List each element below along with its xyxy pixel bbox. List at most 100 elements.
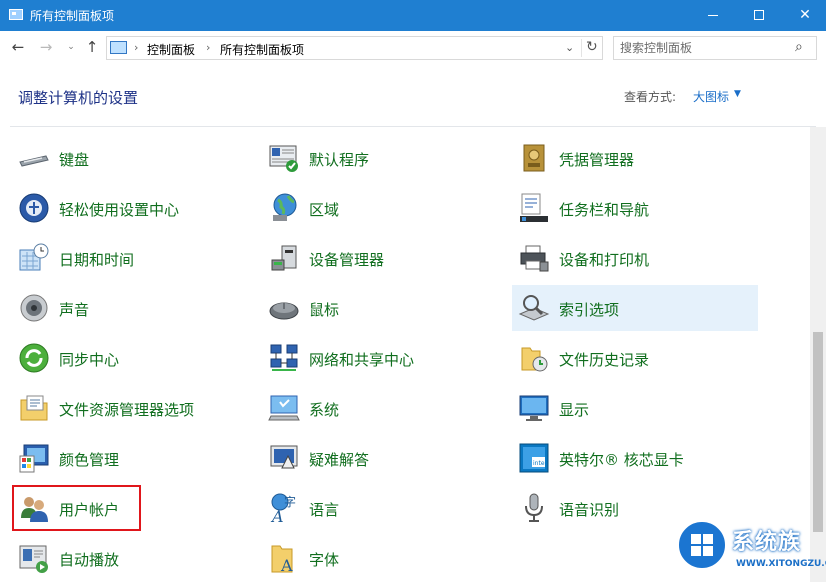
address-dropdown-icon[interactable]: ⌄: [565, 41, 574, 54]
item-label: 键盘: [59, 151, 90, 169]
ease-of-access-icon: [18, 192, 50, 224]
file-history-icon: [518, 342, 550, 374]
indexing-icon: [518, 292, 550, 324]
mouse-icon: [268, 292, 300, 324]
item-taskbar-navigation[interactable]: 任务栏和导航: [512, 185, 756, 231]
address-bar[interactable]: › 控制面板 › 所有控制面板项 ⌄ ↻: [106, 36, 603, 60]
item-system[interactable]: 系统: [262, 385, 506, 431]
color-management-icon: [18, 442, 50, 474]
refresh-icon[interactable]: ↻: [586, 39, 598, 55]
up-button[interactable]: ↑: [83, 37, 101, 57]
item-label: 疑难解答: [309, 451, 370, 469]
calendar-clock-icon: [18, 242, 50, 274]
item-credential-manager[interactable]: 凭据管理器: [512, 135, 756, 181]
credential-manager-icon: [518, 142, 550, 174]
language-icon: 字A: [268, 492, 300, 524]
svg-text:A: A: [270, 507, 284, 524]
autoplay-icon: [18, 542, 50, 574]
svg-text:intel: intel: [533, 460, 547, 467]
item-default-programs[interactable]: 默认程序: [262, 135, 506, 181]
item-mouse[interactable]: 鼠标: [262, 285, 506, 331]
item-sound[interactable]: 声音: [12, 285, 256, 331]
forward-button[interactable]: →: [37, 37, 55, 57]
display-icon: [518, 392, 550, 424]
item-color-management[interactable]: 颜色管理: [12, 435, 256, 481]
search-icon[interactable]: ⌕: [795, 39, 803, 55]
item-label: 系统: [309, 401, 340, 419]
item-file-explorer-options[interactable]: 文件资源管理器选项: [12, 385, 256, 431]
folder-options-icon: [18, 392, 50, 424]
fonts-icon: A: [268, 542, 300, 574]
back-button[interactable]: ←: [9, 37, 27, 57]
search-box[interactable]: ⌕: [613, 36, 817, 60]
watermark-url: WWW.XITONGZU.COM: [736, 559, 826, 569]
item-display[interactable]: 显示: [512, 385, 756, 431]
item-label: 文件历史记录: [559, 351, 650, 369]
breadcrumb-control-panel[interactable]: 控制面板: [147, 41, 195, 58]
item-troubleshooting[interactable]: 疑难解答: [262, 435, 506, 481]
intel-graphics-icon: intel: [518, 442, 550, 474]
breadcrumb-separator-icon[interactable]: ›: [134, 41, 138, 54]
item-label: 设备管理器: [309, 251, 385, 269]
item-user-accounts[interactable]: 用户帐户: [12, 485, 141, 531]
item-label: 日期和时间: [59, 251, 135, 269]
sync-icon: [18, 342, 50, 374]
item-devices-printers[interactable]: 设备和打印机: [512, 235, 756, 281]
chevron-down-icon[interactable]: ▼: [734, 89, 741, 99]
item-sync-center[interactable]: 同步中心: [12, 335, 256, 381]
item-label: 区域: [309, 201, 340, 219]
divider: [581, 39, 582, 57]
maximize-button[interactable]: [736, 0, 782, 31]
item-label: 颜色管理: [59, 451, 120, 469]
close-button[interactable]: ✕: [782, 0, 826, 31]
watermark: 系统族 WWW.XITONGZU.COM: [670, 512, 826, 582]
item-label: 显示: [559, 401, 590, 419]
page-title: 调整计算机的设置: [18, 89, 139, 107]
speaker-icon: [18, 292, 50, 324]
item-label: 字体: [309, 551, 340, 569]
recent-locations-button[interactable]: ⌄: [62, 37, 80, 57]
control-panel-icon: [9, 9, 23, 20]
windows-logo-icon: [676, 519, 728, 571]
item-network-sharing[interactable]: 网络和共享中心: [262, 335, 506, 381]
item-ease-of-access[interactable]: 轻松使用设置中心: [12, 185, 256, 231]
item-device-manager[interactable]: 设备管理器: [262, 235, 506, 281]
item-region[interactable]: 区域: [262, 185, 506, 231]
troubleshooting-icon: [268, 442, 300, 474]
region-globe-icon: [268, 192, 300, 224]
view-by-dropdown[interactable]: 大图标: [693, 88, 729, 105]
item-label: 凭据管理器: [559, 151, 635, 169]
microphone-icon: [518, 492, 550, 524]
svg-text:字: 字: [284, 494, 296, 509]
breadcrumb-all-items[interactable]: 所有控制面板项: [220, 41, 304, 58]
item-label: 语言: [309, 501, 340, 519]
search-input[interactable]: [620, 40, 790, 56]
item-label: 鼠标: [309, 301, 340, 319]
breadcrumb-separator-icon[interactable]: ›: [206, 41, 210, 54]
item-file-history[interactable]: 文件历史记录: [512, 335, 756, 381]
window-title: 所有控制面板项: [30, 9, 115, 23]
item-label: 用户帐户: [59, 501, 120, 519]
title-bar: 所有控制面板项 ✕: [0, 0, 826, 31]
device-manager-icon: [268, 242, 300, 274]
item-label: 自动播放: [59, 551, 120, 569]
item-date-time[interactable]: 日期和时间: [12, 235, 256, 281]
item-label: 文件资源管理器选项: [59, 401, 195, 419]
address-row: ← → ⌄ ↑ › 控制面板 › 所有控制面板项 ⌄ ↻ ⌕: [0, 31, 826, 63]
item-label: 轻松使用设置中心: [59, 201, 180, 219]
item-autoplay[interactable]: 自动播放: [12, 535, 256, 581]
svg-text:A: A: [280, 556, 293, 574]
scrollbar-thumb[interactable]: [813, 332, 823, 532]
item-label: 声音: [59, 301, 90, 319]
item-label: 设备和打印机: [559, 251, 650, 269]
item-language[interactable]: 字A 语言: [262, 485, 506, 531]
item-keyboard[interactable]: 键盘: [12, 135, 256, 181]
minimize-button[interactable]: [690, 0, 736, 31]
item-intel-graphics[interactable]: intel 英特尔® 核芯显卡: [512, 435, 756, 481]
item-label: 默认程序: [309, 151, 370, 169]
item-fonts[interactable]: A 字体: [262, 535, 506, 581]
item-label: 网络和共享中心: [309, 351, 415, 369]
view-by-label: 查看方式:: [624, 90, 677, 104]
printer-icon: [518, 242, 550, 274]
item-indexing-options[interactable]: 索引选项: [512, 285, 758, 331]
